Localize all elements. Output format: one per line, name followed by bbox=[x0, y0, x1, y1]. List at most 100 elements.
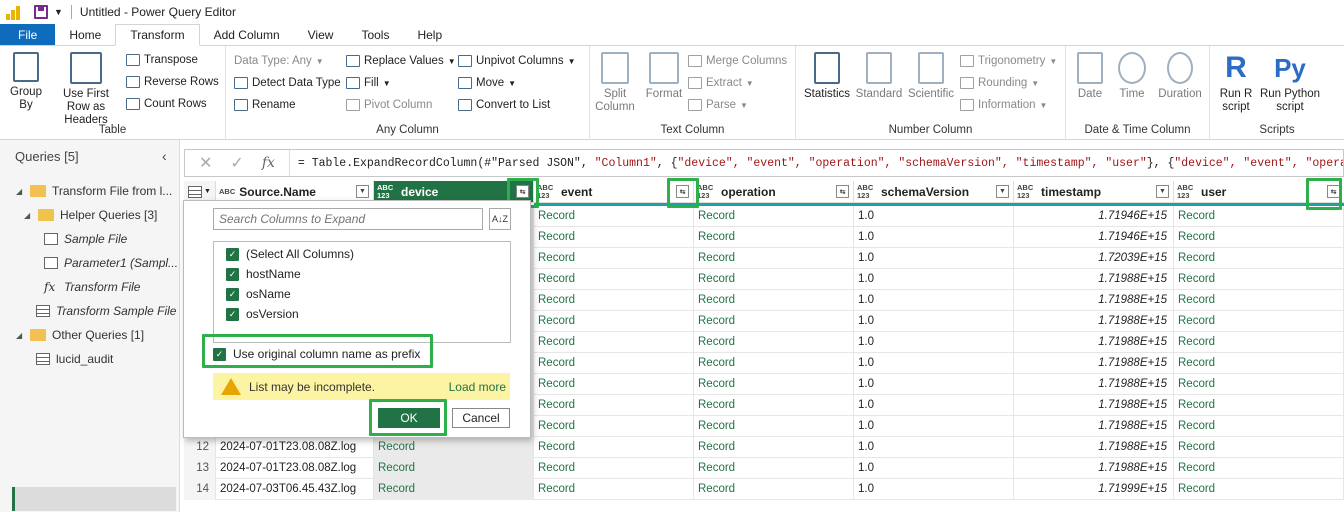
cell-schemaversion[interactable]: 1.0 bbox=[854, 437, 1014, 458]
cell-operation[interactable]: Record bbox=[694, 416, 854, 437]
cell-device[interactable]: Record bbox=[374, 458, 534, 479]
cell-user[interactable]: Record bbox=[1174, 290, 1344, 311]
time-button[interactable]: Time bbox=[1112, 52, 1152, 101]
rename-button[interactable]: Rename bbox=[234, 99, 295, 111]
column-header-operation[interactable]: ABC 123 operation ⇆ bbox=[694, 181, 854, 203]
rounding-button[interactable]: Rounding ▼ bbox=[960, 77, 1039, 89]
tab-file[interactable]: File bbox=[0, 24, 56, 45]
parse-button[interactable]: Parse ▼ bbox=[688, 99, 748, 111]
checkbox-hostname[interactable]: ✓ hostName bbox=[226, 267, 301, 281]
cell-event[interactable]: Record bbox=[534, 374, 694, 395]
tab-tools[interactable]: Tools bbox=[347, 24, 403, 45]
checkbox-osname[interactable]: ✓ osName bbox=[226, 287, 291, 301]
query-group-transform-file[interactable]: ◢ Transform File from l... bbox=[16, 184, 172, 198]
cell-user[interactable]: Record bbox=[1174, 248, 1344, 269]
fx-icon[interactable]: fx bbox=[262, 155, 275, 171]
cell-event[interactable]: Record bbox=[534, 395, 694, 416]
load-more-link[interactable]: Load more bbox=[449, 380, 506, 394]
cell-user[interactable]: Record bbox=[1174, 458, 1344, 479]
cell-operation[interactable]: Record bbox=[694, 353, 854, 374]
cell-timestamp[interactable]: 1.71988E+15 bbox=[1014, 395, 1174, 416]
cell-user[interactable]: Record bbox=[1174, 395, 1344, 416]
filter-dropdown-icon[interactable]: ▼ bbox=[356, 185, 369, 198]
cell-operation[interactable]: Record bbox=[694, 332, 854, 353]
tab-home[interactable]: Home bbox=[55, 24, 115, 45]
cell-event[interactable]: Record bbox=[534, 353, 694, 374]
format-button[interactable]: Format bbox=[642, 52, 686, 101]
query-group-helper-queries[interactable]: ◢ Helper Queries [3] bbox=[24, 208, 157, 222]
cell-event[interactable]: Record bbox=[534, 437, 694, 458]
column-header-timestamp[interactable]: ABC 123 timestamp ▼ bbox=[1014, 181, 1174, 203]
column-header-schemaversion[interactable]: ABC 123 schemaVersion ▼ bbox=[854, 181, 1014, 203]
cell-schemaversion[interactable]: 1.0 bbox=[854, 290, 1014, 311]
cell-schemaversion[interactable]: 1.0 bbox=[854, 269, 1014, 290]
cell-timestamp[interactable]: 1.71988E+15 bbox=[1014, 311, 1174, 332]
cell-user[interactable]: Record bbox=[1174, 437, 1344, 458]
cell-user[interactable]: Record bbox=[1174, 227, 1344, 248]
cell-user[interactable]: Record bbox=[1174, 374, 1344, 395]
cell-source-name[interactable]: 2024-07-03T06.45.43Z.log bbox=[216, 479, 374, 500]
expand-column-icon[interactable]: ⇆ bbox=[836, 185, 849, 198]
cell-event[interactable]: Record bbox=[534, 479, 694, 500]
extract-button[interactable]: Extract ▼ bbox=[688, 77, 754, 89]
quick-access-dropdown-icon[interactable]: ▼ bbox=[54, 7, 63, 17]
cell-schemaversion[interactable]: 1.0 bbox=[854, 227, 1014, 248]
cell-operation[interactable]: Record bbox=[694, 248, 854, 269]
cell-schemaversion[interactable]: 1.0 bbox=[854, 311, 1014, 332]
query-item-transform-file[interactable]: fx Transform File bbox=[44, 280, 140, 294]
cell-operation[interactable]: Record bbox=[694, 479, 854, 500]
cell-source-name[interactable]: 2024-07-01T23.08.08Z.log bbox=[216, 458, 374, 479]
cell-timestamp[interactable]: 1.71988E+15 bbox=[1014, 269, 1174, 290]
cell-timestamp[interactable]: 1.71988E+15 bbox=[1014, 332, 1174, 353]
cell-timestamp[interactable]: 1.71946E+15 bbox=[1014, 227, 1174, 248]
cell-operation[interactable]: Record bbox=[694, 227, 854, 248]
count-rows-button[interactable]: Count Rows bbox=[126, 98, 207, 110]
split-column-button[interactable]: Split Column bbox=[592, 52, 638, 114]
date-button[interactable]: Date bbox=[1070, 52, 1110, 101]
scientific-button[interactable]: Scientific bbox=[906, 52, 956, 101]
cell-event[interactable]: Record bbox=[534, 311, 694, 332]
query-item-sample-file[interactable]: Sample File bbox=[44, 232, 127, 246]
cell-timestamp[interactable]: 1.71988E+15 bbox=[1014, 437, 1174, 458]
move-button[interactable]: Move ▼ bbox=[458, 77, 516, 89]
query-item-transform-sample-file[interactable]: Transform Sample File bbox=[36, 304, 176, 318]
pivot-column-button[interactable]: Pivot Column bbox=[346, 99, 432, 111]
reverse-rows-button[interactable]: Reverse Rows bbox=[126, 76, 219, 88]
cell-operation[interactable]: Record bbox=[694, 458, 854, 479]
cell-event[interactable]: Record bbox=[534, 269, 694, 290]
duration-button[interactable]: Duration bbox=[1154, 52, 1206, 101]
fill-button[interactable]: Fill ▼ bbox=[346, 77, 391, 89]
cell-timestamp[interactable]: 1.72039E+15 bbox=[1014, 248, 1174, 269]
information-button[interactable]: Information ▼ bbox=[960, 99, 1047, 111]
cell-schemaversion[interactable]: 1.0 bbox=[854, 416, 1014, 437]
trigonometry-button[interactable]: Trigonometry ▼ bbox=[960, 55, 1057, 67]
merge-columns-button[interactable]: Merge Columns bbox=[688, 55, 787, 67]
cell-timestamp[interactable]: 1.71999E+15 bbox=[1014, 479, 1174, 500]
cell-event[interactable]: Record bbox=[534, 248, 694, 269]
checkbox-osversion[interactable]: ✓ osVersion bbox=[226, 307, 299, 321]
group-by-button[interactable]: Group By bbox=[6, 52, 46, 112]
cell-user[interactable]: Record bbox=[1174, 479, 1344, 500]
cell-timestamp[interactable]: 1.71988E+15 bbox=[1014, 353, 1174, 374]
cancel-formula-icon[interactable]: ✕ bbox=[199, 153, 212, 173]
collapse-pane-icon[interactable]: ‹ bbox=[162, 148, 167, 164]
data-type-dropdown[interactable]: Data Type: Any ▼ bbox=[234, 55, 324, 67]
sort-az-icon[interactable]: A↓Z bbox=[489, 208, 511, 230]
filter-dropdown-icon[interactable]: ▼ bbox=[996, 185, 1009, 198]
save-icon[interactable] bbox=[34, 5, 48, 19]
cell-event[interactable]: Record bbox=[534, 290, 694, 311]
cell-operation[interactable]: Record bbox=[694, 374, 854, 395]
cell-event[interactable]: Record bbox=[534, 227, 694, 248]
formula-text[interactable]: = Table.ExpandRecordColumn(#"Parsed JSON… bbox=[290, 157, 1343, 170]
tab-view[interactable]: View bbox=[294, 24, 348, 45]
cell-user[interactable]: Record bbox=[1174, 353, 1344, 374]
cell-user[interactable]: Record bbox=[1174, 332, 1344, 353]
cell-operation[interactable]: Record bbox=[694, 290, 854, 311]
query-item-lucid-audit[interactable]: lucid_audit bbox=[36, 352, 113, 366]
cell-user[interactable]: Record bbox=[1174, 416, 1344, 437]
cell-event[interactable]: Record bbox=[534, 332, 694, 353]
cell-operation[interactable]: Record bbox=[694, 437, 854, 458]
cell-event[interactable]: Record bbox=[534, 206, 694, 227]
cell-operation[interactable]: Record bbox=[694, 269, 854, 290]
cell-operation[interactable]: Record bbox=[694, 206, 854, 227]
